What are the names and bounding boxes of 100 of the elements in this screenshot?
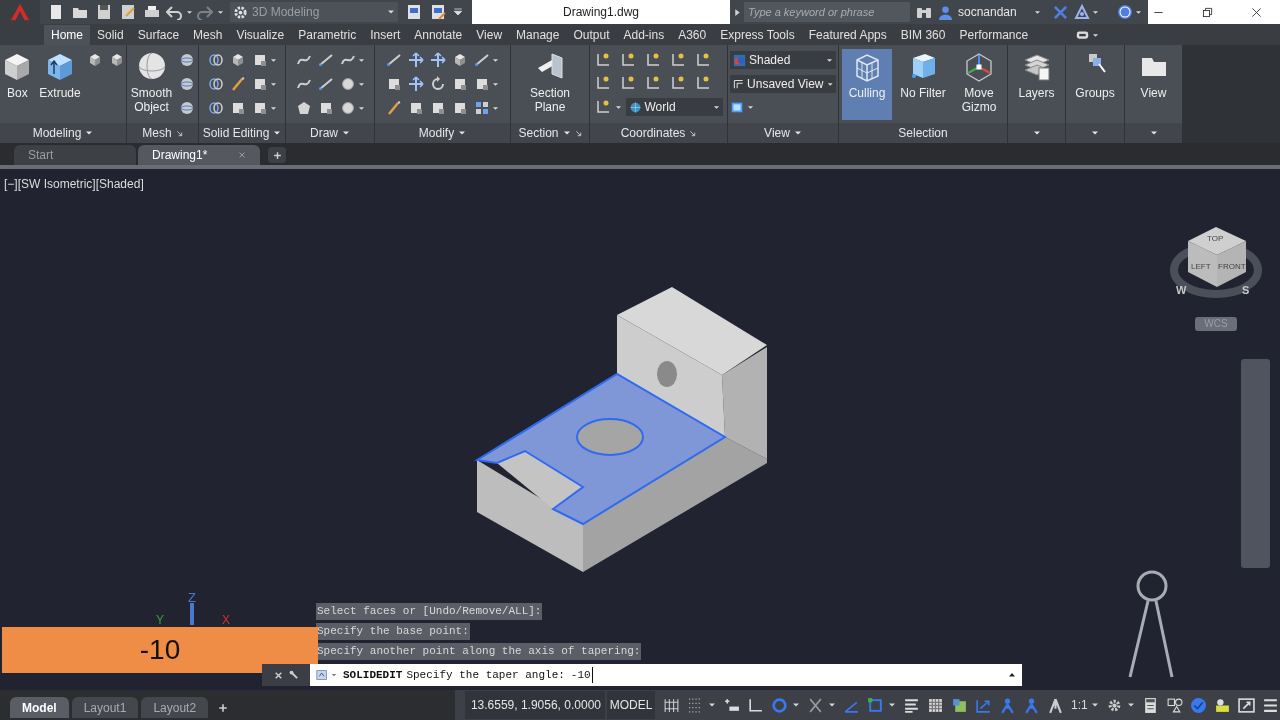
figure-icon[interactable]	[1023, 696, 1040, 714]
caret-icon[interactable]	[792, 701, 800, 709]
line-icon[interactable]	[317, 76, 334, 92]
caret-icon[interactable]	[888, 701, 896, 709]
axis-icon[interactable]	[694, 52, 711, 68]
save-icon[interactable]	[96, 4, 112, 20]
axis-icon[interactable]	[619, 52, 636, 68]
ribbon-tab[interactable]: BIM 360	[893, 25, 953, 45]
ribbon-tab[interactable]: Insert	[363, 25, 408, 45]
caret-icon[interactable]	[614, 103, 622, 111]
rings-icon[interactable]	[207, 52, 224, 68]
caret-icon[interactable]	[269, 56, 277, 64]
ribbon-tab[interactable]: Express Tools	[713, 25, 802, 45]
document-tab[interactable]: Drawing1*	[138, 145, 260, 165]
square-icon[interactable]	[430, 100, 446, 116]
ribbon-tab[interactable]: Visualize	[229, 25, 292, 45]
exchange-icon[interactable]	[1053, 4, 1068, 20]
caret-icon[interactable]	[357, 56, 365, 64]
snap-square-icon[interactable]	[867, 696, 884, 714]
ortho-icon[interactable]	[747, 696, 764, 714]
ribbon-tab[interactable]: Performance	[952, 25, 1036, 45]
axis-icon[interactable]	[594, 52, 611, 68]
viewport-controls-label[interactable]: [−][SW Isometric][Shaded]	[4, 175, 144, 193]
insert-icon[interactable]	[723, 696, 740, 714]
brush-icon[interactable]	[386, 100, 402, 116]
caret-icon[interactable]	[708, 701, 716, 709]
caret-icon[interactable]	[186, 8, 193, 16]
selected-face[interactable]	[474, 372, 727, 526]
ribbon-tab[interactable]: Home	[44, 25, 90, 45]
axis-icon[interactable]	[619, 75, 636, 91]
fullscreen-icon[interactable]	[1237, 696, 1255, 714]
undo-icon[interactable]	[166, 4, 182, 20]
search-field[interactable]: Type a keyword or phrase	[744, 2, 910, 22]
ribbon-button[interactable]: Box	[1, 49, 34, 120]
caret-icon[interactable]	[458, 129, 467, 137]
solid-part-drawing[interactable]	[477, 287, 767, 572]
caret-icon[interactable]	[217, 8, 224, 16]
visual-style-dropdown[interactable]: Shaded	[730, 51, 836, 69]
redo-icon[interactable]	[197, 4, 213, 20]
circle-icon[interactable]	[339, 76, 356, 92]
caret-icon[interactable]	[273, 129, 282, 137]
restore-icon[interactable]	[1202, 6, 1213, 18]
ribbon-button[interactable]: Layers	[1011, 49, 1062, 120]
model-space-button[interactable]: MODEL	[607, 691, 655, 719]
sphere-icon[interactable]	[179, 100, 195, 116]
axis-icon[interactable]	[669, 52, 686, 68]
close-icon[interactable]	[1251, 6, 1262, 18]
annotation-scale-button[interactable]: 1:1	[1071, 696, 1088, 714]
square-icon[interactable]	[452, 76, 468, 92]
ribbon-button[interactable]: Extrude	[39, 49, 81, 120]
grid-icon[interactable]	[474, 100, 490, 116]
move-arrows-icon[interactable]	[408, 76, 424, 92]
axis-icon[interactable]	[594, 75, 611, 91]
caret-icon[interactable]	[1126, 701, 1135, 709]
circle-icon[interactable]	[339, 100, 356, 116]
caret-icon[interactable]	[1032, 129, 1041, 137]
caret-icon[interactable]	[387, 8, 395, 16]
new-file-icon[interactable]	[48, 4, 64, 20]
axis-icon[interactable]	[694, 75, 711, 91]
dialog-launcher-icon[interactable]	[574, 129, 582, 137]
caret-icon[interactable]	[562, 129, 571, 137]
caret-icon[interactable]	[269, 104, 277, 112]
rings-icon[interactable]	[207, 76, 224, 92]
caret-icon[interactable]	[331, 672, 337, 678]
square-icon[interactable]	[452, 100, 468, 116]
ribbon-button[interactable]: Smooth Object	[130, 49, 173, 120]
line-icon[interactable]	[317, 52, 334, 68]
ribbon-tab[interactable]: Add-ins	[616, 25, 672, 45]
user-icon[interactable]	[938, 4, 953, 20]
drafting-compass-icon[interactable]	[1128, 570, 1174, 679]
square-icon[interactable]	[408, 100, 424, 116]
caret-icon[interactable]	[1092, 31, 1100, 39]
ribbon-tab[interactable]: View	[469, 25, 510, 45]
sphere-icon[interactable]	[179, 52, 195, 68]
layout-tab[interactable]: Model	[10, 697, 69, 718]
lineweight-icon[interactable]	[903, 696, 920, 714]
caret-icon[interactable]	[826, 80, 833, 88]
caret-icon[interactable]	[492, 56, 499, 64]
annotation-icon[interactable]	[1047, 696, 1064, 714]
layout-icon[interactable]	[430, 4, 446, 20]
compass-label[interactable]: S	[1242, 282, 1250, 299]
cube-icon[interactable]	[452, 52, 468, 68]
caret-icon[interactable]	[828, 701, 836, 709]
panel-title-button[interactable]: Mesh	[127, 123, 198, 143]
move-arrows-icon[interactable]	[430, 52, 446, 68]
named-view-dropdown[interactable]: Unsaved View	[730, 75, 836, 93]
ribbon-button[interactable]: Groups	[1069, 49, 1121, 120]
caret-icon[interactable]	[492, 80, 499, 88]
panel-title-button[interactable]: View	[728, 123, 838, 143]
axis-icon[interactable]	[644, 52, 661, 68]
hardware-icon[interactable]	[1213, 696, 1231, 714]
workspace-icon[interactable]	[406, 4, 422, 20]
triangle-icon[interactable]	[1074, 4, 1090, 20]
axis-icon[interactable]	[594, 99, 611, 115]
dialog-launcher-icon[interactable]	[175, 129, 183, 137]
caret-icon[interactable]	[1034, 8, 1041, 16]
check-circle-icon[interactable]	[1189, 696, 1207, 714]
rings-icon[interactable]	[207, 100, 224, 116]
caret-icon[interactable]	[269, 80, 277, 88]
ribbon-tab[interactable]: Parametric	[291, 25, 364, 45]
